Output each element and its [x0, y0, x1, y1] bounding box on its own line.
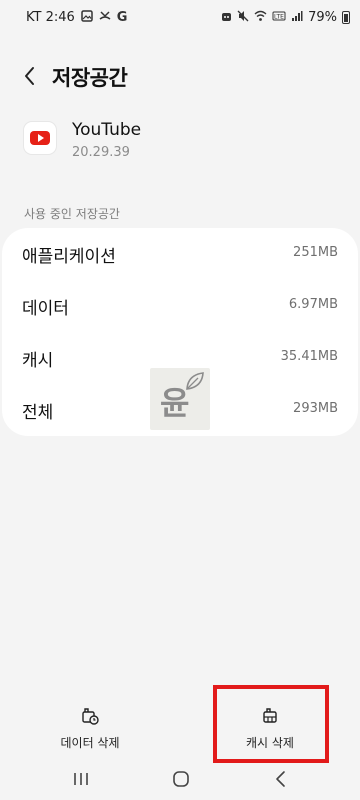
app-info: YouTube 20.29.39 — [0, 118, 360, 168]
back-button[interactable] — [18, 62, 42, 90]
storage-row-value: 6.97MB — [288, 297, 338, 312]
status-bar: KT 2:46 G LTE 79% — [0, 0, 360, 36]
robot-icon — [221, 10, 232, 25]
navigation-bar — [0, 760, 360, 800]
clear-data-button[interactable]: 데이터 삭제 — [0, 700, 180, 760]
youtube-icon — [24, 122, 56, 154]
status-left: KT 2:46 G — [26, 10, 127, 25]
battery-icon — [342, 11, 350, 24]
missed-call-icon — [99, 10, 111, 25]
system-back-button[interactable] — [266, 768, 296, 790]
storage-row-value: 35.41MB — [280, 349, 338, 364]
chevron-left-icon — [25, 67, 34, 85]
home-button[interactable] — [166, 768, 196, 790]
leaf-icon — [186, 372, 204, 390]
app-header: 저장공간 — [0, 52, 360, 100]
gallery-icon — [81, 10, 93, 25]
svg-text:LTE: LTE — [274, 14, 284, 21]
recent-apps-icon — [74, 773, 88, 785]
app-version: 20.29.39 — [72, 145, 130, 160]
app-name: YouTube — [72, 120, 142, 140]
battery-percent: 79% — [308, 10, 337, 25]
highlight-box — [213, 685, 329, 763]
storage-row-application: 애플리케이션 251MB — [2, 228, 358, 280]
status-right: LTE 79% — [221, 10, 350, 25]
home-icon — [173, 771, 189, 787]
carrier-time: KT 2:46 — [26, 10, 75, 25]
storage-row-label: 데이터 — [22, 299, 69, 319]
page-title: 저장공간 — [52, 66, 128, 90]
storage-row-label: 전체 — [22, 403, 54, 423]
signal-icon — [291, 10, 303, 25]
recent-apps-button[interactable] — [66, 768, 96, 790]
clear-data-icon — [82, 708, 99, 725]
clear-data-label: 데이터 삭제 — [60, 736, 120, 750]
lte-icon: LTE — [272, 10, 286, 25]
storage-row-value: 293MB — [293, 401, 338, 416]
google-icon: G — [116, 10, 128, 25]
back-arrow-icon — [276, 771, 285, 787]
watermark-logo: 윤 — [150, 368, 210, 430]
storage-row-value: 251MB — [293, 245, 338, 260]
storage-row-label: 애플리케이션 — [22, 247, 116, 267]
storage-row-label: 캐시 — [22, 351, 54, 371]
mute-icon — [237, 10, 249, 25]
wifi-icon — [254, 10, 267, 25]
storage-row-data: 데이터 6.97MB — [2, 280, 358, 332]
storage-section-label: 사용 중인 저장공간 — [24, 207, 120, 221]
